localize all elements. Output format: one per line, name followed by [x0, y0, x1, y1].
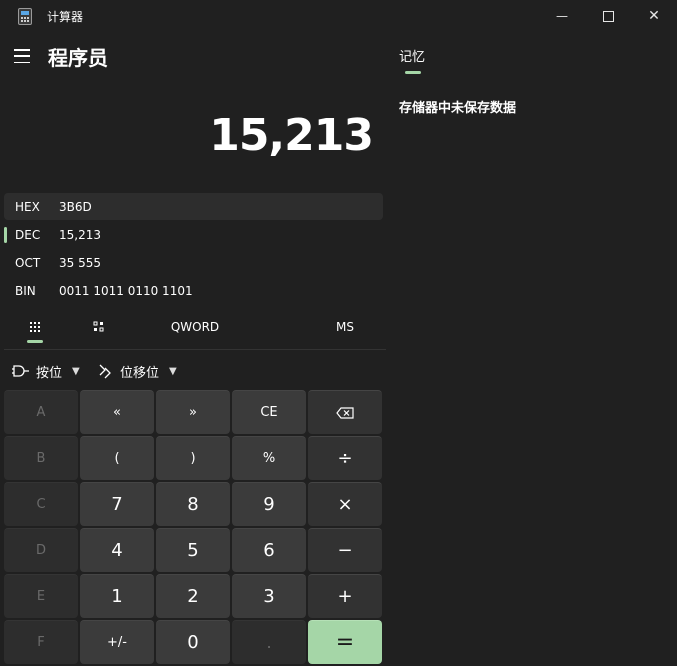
key-modulo[interactable]: % — [232, 436, 306, 480]
memory-tab-indicator — [405, 71, 421, 74]
key-multiply[interactable]: × — [308, 482, 382, 526]
bitshift-dropdown[interactable]: 位移位 ▼ — [98, 361, 177, 381]
key-negate[interactable]: +/- — [80, 620, 154, 664]
radix-label: DEC — [15, 227, 41, 242]
key-close-paren[interactable]: ) — [156, 436, 230, 480]
key-f[interactable]: F — [4, 620, 78, 664]
key-divide[interactable]: ÷ — [308, 436, 382, 480]
radix-label: OCT — [15, 255, 41, 270]
word-size-button[interactable]: QWORD — [160, 316, 230, 338]
key-b[interactable]: B — [4, 436, 78, 480]
hamburger-menu-button[interactable] — [14, 47, 34, 65]
bitshift-icon — [99, 364, 111, 379]
divider — [4, 349, 386, 350]
calculator-app-icon — [18, 8, 32, 25]
key-open-paren[interactable]: ( — [80, 436, 154, 480]
logic-gate-icon — [12, 365, 29, 377]
key-6[interactable]: 6 — [232, 528, 306, 572]
radix-row-hex[interactable]: HEX 3B6D — [4, 193, 383, 220]
radix-value: 0011 1011 0110 1101 — [59, 283, 193, 298]
radix-value: 15,213 — [59, 227, 101, 242]
key-3[interactable]: 3 — [232, 574, 306, 618]
full-keypad-icon — [30, 322, 40, 332]
key-clear-entry[interactable]: CE — [232, 390, 306, 434]
radix-label: BIN — [15, 283, 36, 298]
tab-bit-toggling-keypad[interactable] — [86, 316, 112, 338]
key-backspace[interactable] — [308, 390, 382, 434]
backspace-icon — [336, 406, 354, 419]
chevron-down-icon: ▼ — [169, 365, 177, 377]
close-button[interactable]: ✕ — [631, 0, 677, 32]
radix-value: 3B6D — [59, 199, 92, 214]
key-5[interactable]: 5 — [156, 528, 230, 572]
bitshift-label: 位移位 — [120, 365, 160, 381]
key-1[interactable]: 1 — [80, 574, 154, 618]
radix-row-dec[interactable]: DEC 15,213 — [4, 221, 383, 248]
window-title: 计算器 — [47, 10, 84, 24]
maximize-icon — [602, 10, 614, 22]
tab-active-indicator — [27, 340, 43, 343]
key-e[interactable]: E — [4, 574, 78, 618]
key-rotate-left[interactable]: « — [80, 390, 154, 434]
memory-store-button[interactable]: MS — [325, 316, 365, 338]
chevron-down-icon: ▼ — [72, 365, 80, 377]
title-bar: 计算器 — ✕ — [0, 0, 677, 32]
result-display: 15,213 — [209, 110, 374, 161]
key-0[interactable]: 0 — [156, 620, 230, 664]
key-subtract[interactable]: − — [308, 528, 382, 572]
key-8[interactable]: 8 — [156, 482, 230, 526]
mode-title: 程序员 — [48, 46, 108, 70]
bitwise-dropdown[interactable]: 按位 ▼ — [12, 361, 80, 381]
bitwise-label: 按位 — [36, 365, 63, 381]
tab-full-keypad[interactable] — [22, 316, 48, 338]
key-rotate-right[interactable]: » — [156, 390, 230, 434]
radix-row-bin[interactable]: BIN 0011 1011 0110 1101 — [4, 277, 383, 304]
maximize-button[interactable] — [585, 0, 631, 32]
minimize-icon: — — [556, 9, 568, 23]
key-add[interactable]: + — [308, 574, 382, 618]
tab-memory[interactable]: 记忆 — [399, 46, 425, 65]
hamburger-icon — [14, 49, 30, 51]
key-4[interactable]: 4 — [80, 528, 154, 572]
key-equals[interactable]: = — [308, 620, 382, 664]
key-a[interactable]: A — [4, 390, 78, 434]
key-decimal[interactable]: . — [232, 620, 306, 664]
minimize-button[interactable]: — — [539, 0, 585, 32]
key-7[interactable]: 7 — [80, 482, 154, 526]
radix-label: HEX — [15, 199, 40, 214]
bit-toggle-keypad-icon — [93, 321, 104, 332]
close-icon: ✕ — [648, 8, 660, 24]
memory-empty-message: 存储器中未保存数据 — [399, 101, 517, 116]
key-9[interactable]: 9 — [232, 482, 306, 526]
key-d[interactable]: D — [4, 528, 78, 572]
key-2[interactable]: 2 — [156, 574, 230, 618]
radix-row-oct[interactable]: OCT 35 555 — [4, 249, 383, 276]
key-c[interactable]: C — [4, 482, 78, 526]
radix-value: 35 555 — [59, 255, 101, 270]
